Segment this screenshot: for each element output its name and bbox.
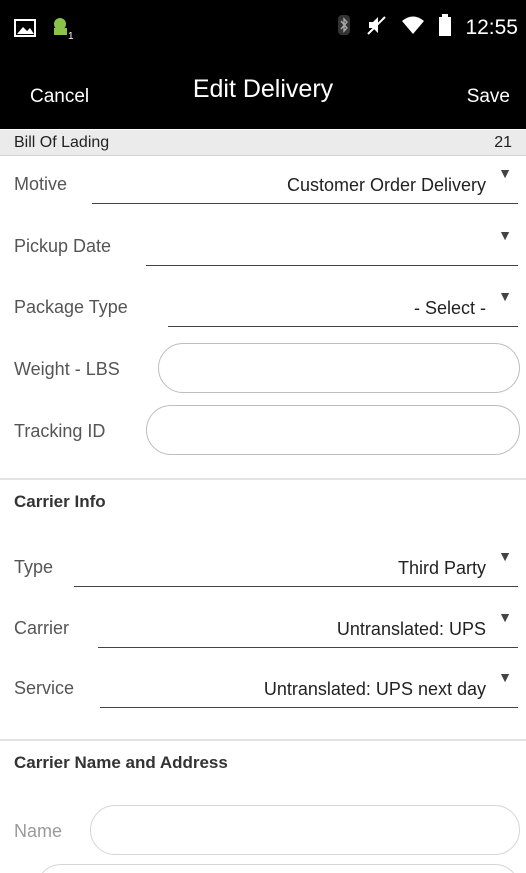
carrier-info-heading: Carrier Info [14, 492, 106, 511]
service-select[interactable]: Untranslated: UPS next day ▼ [100, 664, 518, 708]
type-value: Third Party [397, 558, 486, 578]
carrier-info-section: Carrier Info [0, 478, 526, 511]
pickup-date-row: Pickup Date ▼ [0, 222, 526, 270]
carrier-label: Carrier [14, 618, 70, 638]
bill-of-lading-row: Bill Of Lading 21 [0, 130, 526, 156]
chevron-down-icon: ▼ [498, 609, 512, 625]
chevron-down-icon: ▼ [498, 288, 512, 304]
wifi-icon [401, 15, 425, 40]
service-value: Untranslated: UPS next day [263, 679, 486, 699]
chevron-down-icon: ▼ [498, 165, 512, 181]
android-notification-icon: 1 [50, 16, 76, 45]
save-button[interactable]: Save [467, 86, 510, 108]
carrier-address-section: Carrier Name and Address [0, 739, 526, 772]
tracking-id-label: Tracking ID [14, 421, 106, 441]
bluetooth-icon [337, 14, 351, 41]
motive-select[interactable]: Customer Order Delivery ▼ [92, 160, 518, 204]
tracking-id-row: Tracking ID [0, 405, 526, 457]
status-time: 12:55 [465, 15, 518, 39]
chevron-down-icon: ▼ [498, 548, 512, 564]
package-type-value: - Select - [413, 298, 486, 318]
tracking-id-input[interactable] [146, 405, 520, 455]
address-input[interactable] [36, 864, 520, 873]
mute-icon [365, 14, 387, 41]
weight-input[interactable] [158, 343, 520, 393]
next-field-row [0, 864, 526, 873]
package-type-label: Package Type [14, 297, 128, 317]
name-row: Name [0, 805, 526, 857]
name-label: Name [14, 821, 63, 841]
chevron-down-icon: ▼ [498, 669, 512, 685]
carrier-select[interactable]: Untranslated: UPS ▼ [98, 604, 518, 648]
chevron-down-icon: ▼ [498, 227, 512, 243]
svg-text:1: 1 [68, 31, 74, 40]
package-type-row: Package Type - Select - ▼ [0, 283, 526, 331]
service-row: Service Untranslated: UPS next day ▼ [0, 664, 526, 712]
service-label: Service [14, 678, 75, 698]
motive-row: Motive Customer Order Delivery ▼ [0, 160, 526, 208]
package-type-select[interactable]: - Select - ▼ [168, 283, 518, 327]
page-title: Edit Delivery [192, 75, 334, 103]
pickup-date-select[interactable]: ▼ [146, 222, 518, 266]
name-input[interactable] [90, 805, 520, 855]
type-select[interactable]: Third Party ▼ [74, 543, 518, 587]
weight-label: Weight - LBS [14, 359, 120, 379]
motive-value: Customer Order Delivery [286, 175, 486, 195]
bill-of-lading-value: 21 [494, 134, 512, 151]
image-icon [14, 19, 36, 42]
carrier-row: Carrier Untranslated: UPS ▼ [0, 604, 526, 652]
bill-of-lading-label: Bill Of Lading [14, 134, 110, 151]
type-row: Type Third Party ▼ [0, 543, 526, 591]
type-label: Type [14, 557, 54, 577]
weight-row: Weight - LBS [0, 343, 526, 395]
carrier-address-heading: Carrier Name and Address [14, 753, 228, 772]
pickup-date-label: Pickup Date [14, 236, 112, 256]
action-bar: Cancel Edit Delivery Save [0, 55, 526, 129]
carrier-value: Untranslated: UPS [336, 619, 486, 639]
motive-label: Motive [14, 174, 68, 194]
battery-icon [439, 14, 452, 41]
status-bar: 1 12:55 [0, 0, 526, 55]
